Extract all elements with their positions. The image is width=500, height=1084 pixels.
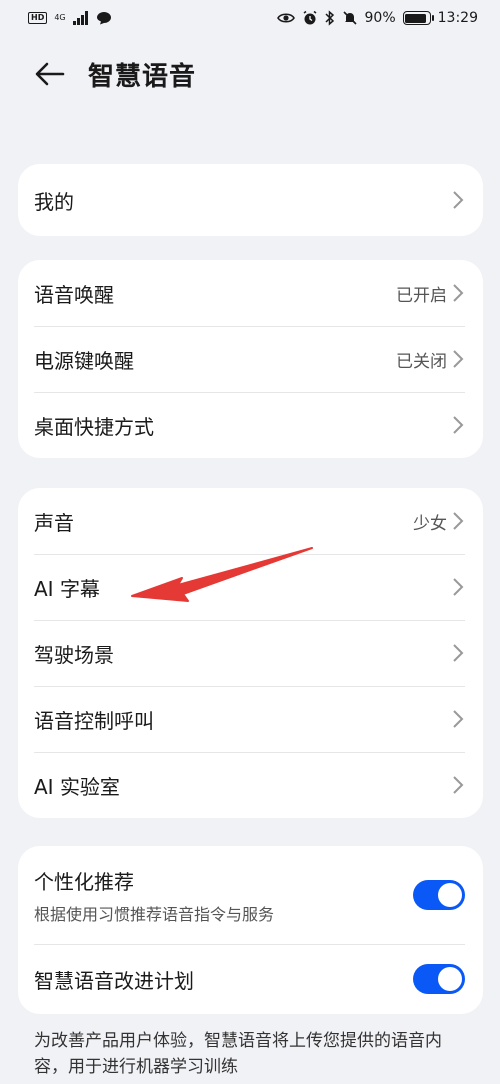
row-ai-lab[interactable]: AI 实验室 [18,752,483,818]
status-right: 90% 13:29 [276,10,478,26]
alarm-icon [302,10,318,26]
chevron-right-icon [451,642,465,664]
row-right [451,774,465,796]
footer-note: 为改善产品用户体验，智慧语音将上传您提供的语音内容，用于进行机器学习训练 [34,1031,442,1077]
signal-icon [72,11,89,25]
row-label: 电源键唤醒 [34,348,134,373]
row-voice-wakeup[interactable]: 语音唤醒 已开启 [18,260,483,326]
row-value: 已开启 [396,285,447,306]
row-right [451,642,465,664]
row-right: 已开启 [396,281,465,306]
toggle-text: 个性化推荐 根据使用习惯推荐语音指令与服务 [34,866,274,925]
row-right [451,576,465,598]
chat-bubble-icon [96,11,112,25]
row-label: 个性化推荐 [34,869,134,894]
row-right: 少女 [413,509,465,534]
status-bar: HD 4G 90% 13:29 [0,0,500,36]
improvement-plan-toggle[interactable] [413,964,465,994]
row-subtitle: 根据使用习惯推荐语音指令与服务 [34,904,275,924]
chevron-right-icon [451,282,465,304]
mute-bell-icon [342,10,358,26]
hd-badge: HD [28,12,48,24]
row-right [451,708,465,730]
row-right: 已关闭 [396,347,465,372]
card-voice-settings: 声音 少女 AI 字幕 驾驶场景 语音控制呼叫 AI 实验室 [18,488,483,818]
chevron-right-icon [451,576,465,598]
toggle-knob [438,883,462,907]
row-label: AI 字幕 [34,576,100,601]
row-personalized-recommend: 个性化推荐 根据使用习惯推荐语音指令与服务 [18,846,483,944]
row-my[interactable]: 我的 [18,164,483,236]
row-voice-call-control[interactable]: 语音控制呼叫 [18,686,483,752]
row-label: 智慧语音改进计划 [34,968,194,993]
back-arrow-icon[interactable] [32,56,68,92]
bluetooth-icon [324,10,335,26]
page-title: 智慧语音 [88,61,197,92]
clock: 13:29 [437,10,478,26]
chevron-right-icon [451,348,465,370]
row-label: AI 实验室 [34,774,120,799]
row-right [451,414,465,436]
eye-icon [276,12,295,24]
row-label: 驾驶场景 [34,642,114,667]
row-driving-scene[interactable]: 驾驶场景 [18,620,483,686]
card-my: 我的 [18,164,483,236]
battery-icon [402,11,434,25]
card-privacy: 个性化推荐 根据使用习惯推荐语音指令与服务 智慧语音改进计划 [18,846,483,1014]
row-value: 少女 [413,513,447,534]
card-wakeup: 语音唤醒 已开启 电源键唤醒 已关闭 桌面快捷方式 [18,260,483,458]
row-label: 语音唤醒 [34,282,114,307]
row-label: 语音控制呼叫 [34,708,154,733]
row-value: 已关闭 [396,351,447,372]
chevron-right-icon [451,510,465,532]
chevron-right-icon [451,774,465,796]
chevron-right-icon [451,414,465,436]
row-ai-subtitles[interactable]: AI 字幕 [18,554,483,620]
row-right [451,189,465,211]
personalized-recommend-toggle[interactable] [413,880,465,910]
status-left: HD 4G [28,11,112,25]
row-sound[interactable]: 声音 少女 [18,488,483,554]
row-label: 我的 [34,189,74,214]
battery-percent: 90% [364,10,396,26]
row-desktop-shortcut[interactable]: 桌面快捷方式 [18,392,483,458]
chevron-right-icon [451,708,465,730]
network-type: 4G [54,14,65,22]
network-label: 4G [54,13,66,22]
title-bar: 智慧语音 [0,52,500,96]
chevron-right-icon [451,189,465,211]
toggle-knob [438,967,462,991]
row-improvement-plan: 智慧语音改进计划 [18,944,483,1014]
row-label: 桌面快捷方式 [34,414,154,439]
row-power-key-wakeup[interactable]: 电源键唤醒 已关闭 [18,326,483,392]
battery-fill [405,13,426,23]
row-label: 声音 [34,510,74,535]
